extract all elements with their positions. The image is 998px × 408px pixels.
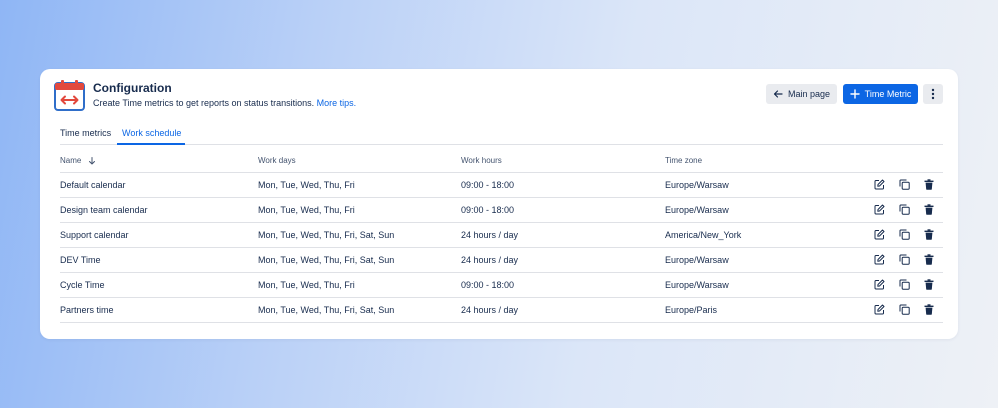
- sort-descending-icon: [88, 156, 95, 165]
- cell-actions: [865, 247, 943, 273]
- cell-work-days: Mon, Tue, Wed, Thu, Fri: [258, 172, 461, 198]
- cell-work-days: Mon, Tue, Wed, Thu, Fri, Sat, Sun: [258, 222, 461, 248]
- cell-name: Default calendar: [60, 172, 258, 198]
- column-header-work-hours: Work hours: [461, 149, 665, 173]
- copy-icon[interactable]: [898, 279, 910, 291]
- cell-work-hours: 09:00 - 18:00: [461, 272, 665, 298]
- edit-icon[interactable]: [873, 254, 885, 266]
- cell-actions: [865, 222, 943, 248]
- more-tips-link[interactable]: More tips.: [317, 98, 357, 108]
- cell-work-days: Mon, Tue, Wed, Thu, Fri: [258, 197, 461, 223]
- edit-icon[interactable]: [873, 229, 885, 241]
- cell-work-days: Mon, Tue, Wed, Thu, Fri, Sat, Sun: [258, 247, 461, 273]
- cell-name: Cycle Time: [60, 272, 258, 298]
- table-row: DEV Time Mon, Tue, Wed, Thu, Fri, Sat, S…: [60, 247, 943, 273]
- table-row: Support calendar Mon, Tue, Wed, Thu, Fri…: [60, 222, 943, 248]
- row-actions: [865, 229, 943, 241]
- edit-icon[interactable]: [873, 304, 885, 316]
- cell-name: DEV Time: [60, 247, 258, 273]
- copy-icon[interactable]: [898, 304, 910, 316]
- cell-time-zone: Europe/Warsaw: [665, 197, 865, 223]
- cell-work-days: Mon, Tue, Wed, Thu, Fri, Sat, Sun: [258, 297, 461, 323]
- cell-work-hours: 09:00 - 18:00: [461, 172, 665, 198]
- time-metric-label: Time Metric: [864, 89, 912, 99]
- cell-actions: [865, 172, 943, 198]
- cell-actions: [865, 197, 943, 223]
- table-row: Partners time Mon, Tue, Wed, Thu, Fri, S…: [60, 297, 943, 323]
- delete-icon[interactable]: [923, 254, 935, 266]
- add-time-metric-button[interactable]: Time Metric: [843, 84, 918, 104]
- column-header-name-label: Name: [60, 155, 82, 165]
- plus-icon: [849, 89, 860, 99]
- subtitle-text: Create Time metrics to get reports on st…: [93, 98, 315, 108]
- copy-icon[interactable]: [898, 179, 910, 191]
- page-header: Configuration Create Time metrics to get…: [54, 79, 944, 113]
- more-options-button[interactable]: [923, 84, 943, 104]
- cell-time-zone: Europe/Warsaw: [665, 247, 865, 273]
- row-actions: [865, 304, 943, 316]
- table-header-row: Name Work days Work hours Time zone: [60, 149, 943, 173]
- table-row: Cycle Time Mon, Tue, Wed, Thu, Fri 09:00…: [60, 272, 943, 298]
- row-actions: [865, 179, 943, 191]
- delete-icon[interactable]: [923, 279, 935, 291]
- column-header-name[interactable]: Name: [60, 149, 258, 173]
- column-header-time-zone: Time zone: [665, 149, 865, 173]
- table-row: Design team calendar Mon, Tue, Wed, Thu,…: [60, 197, 943, 223]
- cell-time-zone: America/New_York: [665, 222, 865, 248]
- page-subtitle: Create Time metrics to get reports on st…: [93, 98, 356, 108]
- main-page-label: Main page: [787, 89, 831, 99]
- page-title: Configuration: [93, 81, 172, 95]
- copy-icon[interactable]: [898, 229, 910, 241]
- row-actions: [865, 279, 943, 291]
- edit-icon[interactable]: [873, 179, 885, 191]
- arrow-left-icon: [773, 90, 783, 98]
- table-row: Default calendar Mon, Tue, Wed, Thu, Fri…: [60, 172, 943, 198]
- delete-icon[interactable]: [923, 204, 935, 216]
- edit-icon[interactable]: [873, 204, 885, 216]
- cell-work-hours: 09:00 - 18:00: [461, 197, 665, 223]
- delete-icon[interactable]: [923, 229, 935, 241]
- cell-time-zone: Europe/Warsaw: [665, 172, 865, 198]
- tab-work-schedule[interactable]: Work schedule: [122, 128, 181, 138]
- table-body: Default calendar Mon, Tue, Wed, Thu, Fri…: [60, 172, 943, 323]
- row-actions: [865, 254, 943, 266]
- cell-actions: [865, 297, 943, 323]
- cell-time-zone: Europe/Paris: [665, 297, 865, 323]
- copy-icon[interactable]: [898, 204, 910, 216]
- delete-icon[interactable]: [923, 179, 935, 191]
- cell-name: Design team calendar: [60, 197, 258, 223]
- main-page-button[interactable]: Main page: [766, 84, 837, 104]
- configuration-card: Configuration Create Time metrics to get…: [40, 69, 958, 339]
- cell-time-zone: Europe/Warsaw: [665, 272, 865, 298]
- calendar-transition-icon: [54, 80, 85, 111]
- active-tab-indicator: [117, 143, 185, 145]
- delete-icon[interactable]: [923, 304, 935, 316]
- column-header-work-days: Work days: [258, 149, 461, 173]
- copy-icon[interactable]: [898, 254, 910, 266]
- cell-name: Partners time: [60, 297, 258, 323]
- column-header-actions: [865, 149, 943, 173]
- edit-icon[interactable]: [873, 279, 885, 291]
- cell-name: Support calendar: [60, 222, 258, 248]
- cell-work-days: Mon, Tue, Wed, Thu, Fri: [258, 272, 461, 298]
- tab-time-metrics[interactable]: Time metrics: [60, 128, 111, 138]
- row-actions: [865, 204, 943, 216]
- cell-work-hours: 24 hours / day: [461, 247, 665, 273]
- tab-bar: Time metrics Work schedule: [60, 125, 943, 145]
- work-schedule-table: Name Work days Work hours Time zone Defa…: [60, 149, 943, 323]
- cell-work-hours: 24 hours / day: [461, 222, 665, 248]
- cell-actions: [865, 272, 943, 298]
- more-options-icon: [931, 88, 935, 100]
- cell-work-hours: 24 hours / day: [461, 297, 665, 323]
